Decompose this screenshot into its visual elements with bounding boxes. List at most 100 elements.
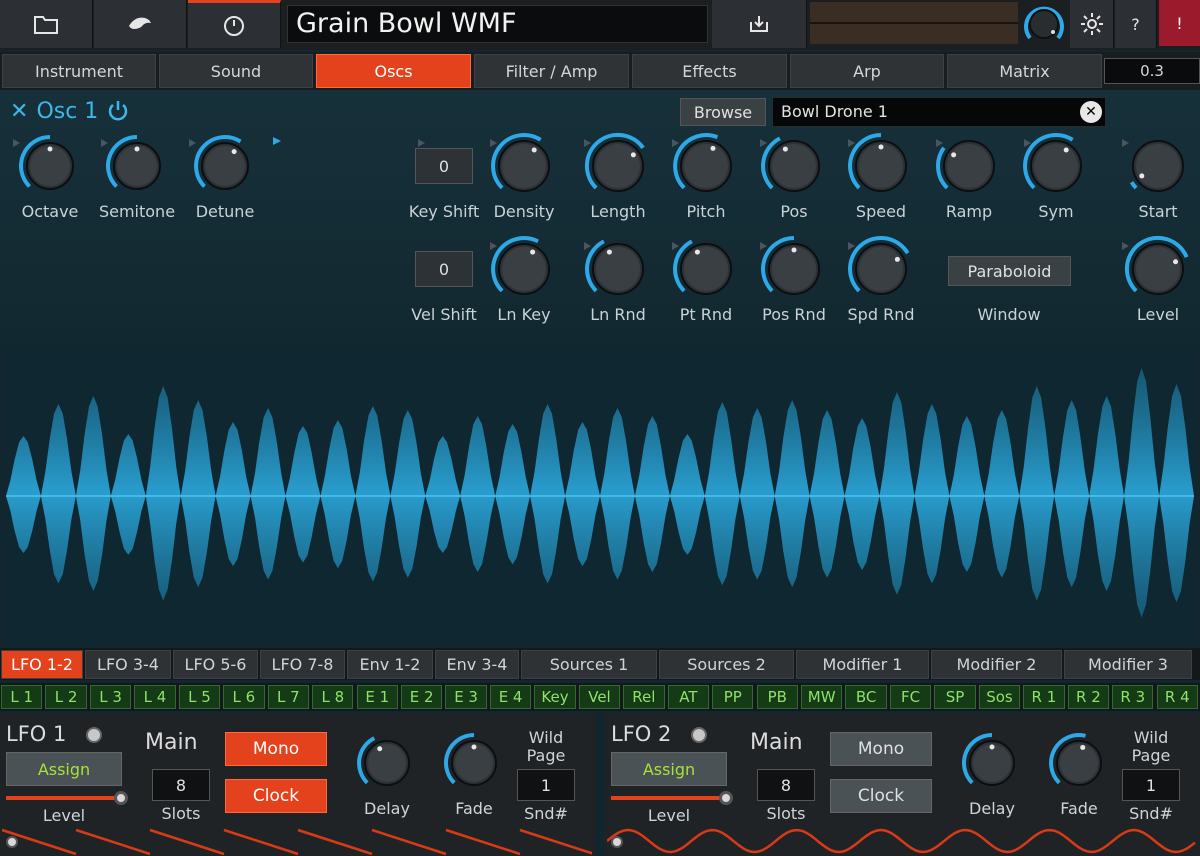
clock-button[interactable]	[188, 0, 281, 48]
spd-rnd-knob[interactable]	[847, 235, 915, 303]
folder-button[interactable]	[0, 0, 93, 48]
detune-knob[interactable]	[193, 134, 257, 198]
tab-instrument[interactable]: Instrument	[2, 54, 156, 88]
browse-button[interactable]: Browse	[680, 98, 766, 126]
power-icon[interactable]	[106, 99, 130, 123]
lfo1-fade-knob[interactable]	[443, 732, 505, 794]
lfo2-shape-preview[interactable]	[607, 826, 1197, 856]
waveform-display[interactable]	[6, 348, 1194, 644]
density-knob[interactable]	[490, 132, 558, 200]
tab-matrix[interactable]: Matrix	[947, 54, 1102, 88]
value-readout[interactable]: 0.3	[1104, 58, 1200, 84]
mod-source-r-2[interactable]: R 2	[1067, 685, 1110, 709]
tab-arp[interactable]: Arp	[790, 54, 944, 88]
lfo1-snd-field[interactable]: 1	[517, 769, 575, 801]
start-knob[interactable]	[1124, 132, 1192, 200]
mod-source-sos[interactable]: Sos	[978, 685, 1021, 709]
mod-source-fc[interactable]: FC	[889, 685, 932, 709]
mod-source-l-3[interactable]: L 3	[89, 685, 132, 709]
pitch-knob[interactable]	[672, 132, 740, 200]
tab-sound[interactable]: Sound	[159, 54, 313, 88]
mod-tab-sources-2[interactable]: Sources 2	[659, 650, 794, 679]
sample-name-field[interactable]: Bowl Drone 1	[772, 97, 1106, 127]
master-volume-knob[interactable]	[1020, 2, 1068, 46]
lfo2-assign-button[interactable]: Assign	[611, 752, 727, 786]
sym-knob[interactable]	[1022, 132, 1090, 200]
lfo1-level-handle[interactable]	[114, 791, 128, 805]
ramp-knob[interactable]	[935, 132, 1003, 200]
mod-tab-lfo-5-6[interactable]: LFO 5-6	[173, 650, 258, 679]
mod-source-l-6[interactable]: L 6	[223, 685, 265, 709]
logo-button[interactable]	[94, 0, 187, 48]
ln-rnd-knob[interactable]	[584, 235, 652, 303]
mod-tab-env-3-4[interactable]: Env 3-4	[435, 650, 519, 679]
mod-source-l-4[interactable]: L 4	[134, 685, 176, 709]
settings-button[interactable]	[1070, 0, 1114, 48]
mod-source-e-4[interactable]: E 4	[489, 685, 532, 709]
lfo2-fade-knob[interactable]	[1048, 732, 1110, 794]
clear-sample-icon[interactable]: ✕	[1080, 101, 1102, 123]
lfo2-clock-button[interactable]: Clock	[830, 779, 932, 813]
mod-source-mw[interactable]: MW	[801, 685, 843, 709]
mod-source-r-3[interactable]: R 3	[1112, 685, 1154, 709]
lfo2-level-handle[interactable]	[719, 791, 733, 805]
mod-source-key[interactable]: Key	[534, 685, 576, 709]
mod-tab-lfo-1-2[interactable]: LFO 1-2	[1, 650, 83, 679]
close-icon[interactable]: ✕	[10, 99, 28, 124]
tab-filter-amp[interactable]: Filter / Amp	[474, 54, 629, 88]
pos-knob[interactable]	[760, 132, 828, 200]
mod-source-e-3[interactable]: E 3	[445, 685, 487, 709]
mod-tab-modifier-2[interactable]: Modifier 2	[931, 650, 1062, 679]
lfo2-led-icon[interactable]	[691, 727, 707, 743]
mod-source-l-8[interactable]: L 8	[312, 685, 354, 709]
ln-key-knob[interactable]	[490, 235, 558, 303]
mod-tab-lfo-3-4[interactable]: LFO 3-4	[85, 650, 171, 679]
pos-rnd-knob[interactable]	[760, 235, 828, 303]
speed-knob[interactable]	[847, 132, 915, 200]
pt-rnd-knob[interactable]	[672, 235, 740, 303]
mod-source-e-2[interactable]: E 2	[401, 685, 443, 709]
key-shift-field[interactable]: 0	[415, 148, 473, 184]
mod-tab-sources-1[interactable]: Sources 1	[521, 650, 657, 679]
mod-source-l-1[interactable]: L 1	[1, 685, 43, 709]
mod-tab-modifier-3[interactable]: Modifier 3	[1064, 650, 1192, 679]
tab-oscs[interactable]: Oscs	[316, 54, 471, 88]
vel-shift-field[interactable]: 0	[415, 251, 473, 287]
lfo1-slots-field[interactable]: 8	[152, 769, 210, 801]
mod-tab-env-1-2[interactable]: Env 1-2	[347, 650, 433, 679]
mod-source-bc[interactable]: BC	[845, 685, 887, 709]
expand-arrow-icon[interactable]	[272, 136, 282, 146]
mod-source-r-1[interactable]: R 1	[1023, 685, 1065, 709]
lfo2-mono-button[interactable]: Mono	[830, 732, 932, 766]
help-button[interactable]: ?	[1115, 0, 1157, 48]
lfo1-mono-button[interactable]: Mono	[225, 732, 327, 766]
tab-effects[interactable]: Effects	[632, 54, 787, 88]
save-button[interactable]	[712, 0, 807, 48]
mod-source-r-4[interactable]: R 4	[1156, 685, 1198, 709]
mod-source-rel[interactable]: Rel	[623, 685, 665, 709]
preset-name[interactable]: Grain Bowl WMF	[287, 5, 708, 43]
lfo1-level-bar[interactable]	[6, 796, 115, 800]
lfo2-level-bar[interactable]	[611, 796, 720, 800]
mod-source-pb[interactable]: PB	[756, 685, 798, 709]
mod-source-vel[interactable]: Vel	[578, 685, 621, 709]
lfo1-led-icon[interactable]	[86, 727, 102, 743]
mod-source-l-7[interactable]: L 7	[267, 685, 310, 709]
mod-tab-lfo-7-8[interactable]: LFO 7-8	[260, 650, 345, 679]
mod-source-l-2[interactable]: L 2	[45, 685, 87, 709]
lfo1-shape-preview[interactable]	[2, 826, 592, 856]
octave-knob[interactable]	[18, 134, 82, 198]
lfo2-delay-knob[interactable]	[961, 732, 1023, 794]
mod-source-sp[interactable]: SP	[934, 685, 976, 709]
lfo1-assign-button[interactable]: Assign	[6, 752, 122, 786]
alert-button[interactable]: !	[1159, 0, 1200, 46]
lfo1-delay-knob[interactable]	[356, 732, 418, 794]
mod-source-e-1[interactable]: E 1	[356, 685, 398, 709]
lfo1-clock-button[interactable]: Clock	[225, 779, 327, 813]
mod-source-at[interactable]: AT	[667, 685, 710, 709]
mod-tab-modifier-1[interactable]: Modifier 1	[796, 650, 929, 679]
lfo2-snd-field[interactable]: 1	[1122, 769, 1180, 801]
level-knob[interactable]	[1124, 235, 1192, 303]
window-select[interactable]: Paraboloid	[948, 256, 1071, 286]
length-knob[interactable]	[584, 132, 652, 200]
